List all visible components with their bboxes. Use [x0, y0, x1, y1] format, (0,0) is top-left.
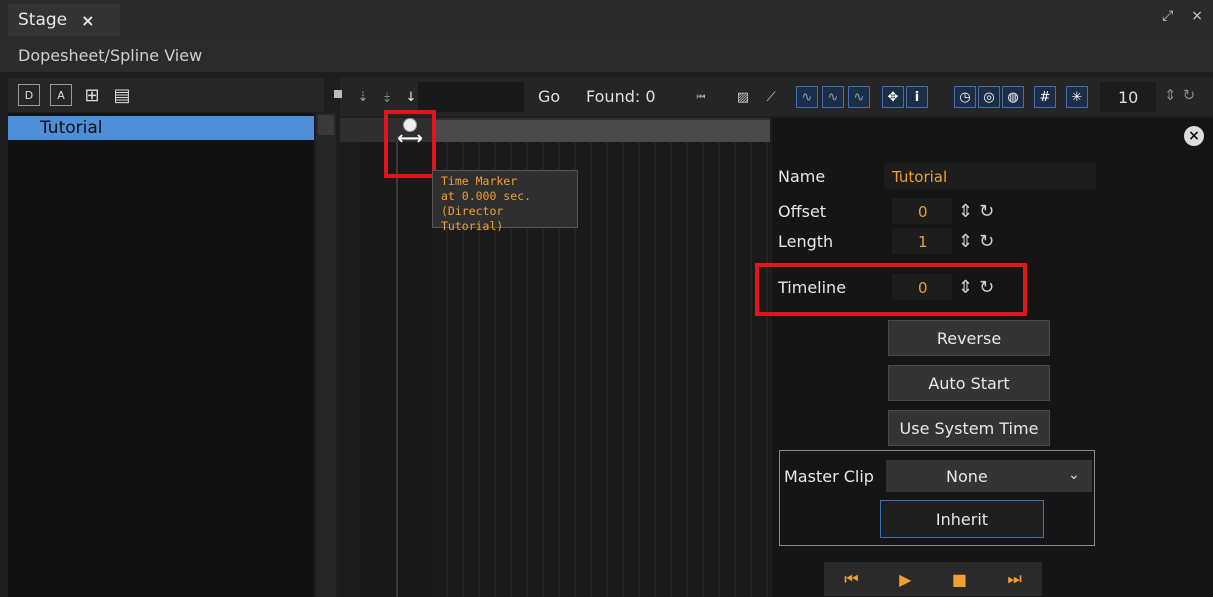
reverse-button[interactable]: Reverse: [888, 320, 1050, 356]
go-to-start-icon[interactable]: ⏮: [844, 569, 858, 589]
name-value[interactable]: Tutorial: [892, 168, 947, 186]
new-director-icon[interactable]: D: [18, 84, 40, 106]
spline-view3-icon[interactable]: ∿: [848, 86, 870, 108]
master-clip-select[interactable]: None: [886, 460, 1092, 492]
clock-icon[interactable]: ◷: [954, 86, 976, 108]
spin-arrows-icon[interactable]: ⇕: [958, 201, 973, 222]
spin-arrows-icon[interactable]: ⇕: [1164, 86, 1177, 108]
window-controls: ⤢ ×: [1162, 8, 1203, 24]
snap-icon[interactable]: ✳: [1066, 86, 1088, 108]
highlight-timeline: [755, 263, 1027, 316]
reset-icon[interactable]: ↻: [979, 201, 994, 222]
offset-value[interactable]: 0: [918, 203, 928, 221]
director-tree: Tutorial: [8, 113, 314, 597]
new-actor-icon[interactable]: A: [50, 84, 72, 106]
group-icon[interactable]: ◍: [1002, 86, 1024, 108]
offset-label: Offset: [778, 202, 827, 221]
time-marker-tooltip: Time Marker at 0.000 sec. (Director Tuto…: [432, 170, 578, 233]
inherit-button[interactable]: Inherit: [880, 500, 1044, 538]
view-title: Dopesheet/Spline View: [0, 38, 1213, 72]
close-panel-icon[interactable]: ×: [1184, 126, 1204, 146]
grid-icon[interactable]: #: [1034, 86, 1056, 108]
graph-icon[interactable]: ▨: [732, 86, 754, 108]
play-icon[interactable]: ▶: [899, 570, 911, 589]
master-clip-label: Master Clip: [784, 467, 874, 486]
close-icon[interactable]: ×: [1191, 8, 1203, 24]
length-value[interactable]: 1: [918, 233, 928, 251]
zoom-field[interactable]: 10: [1100, 82, 1156, 112]
spline-view2-icon[interactable]: ∿: [822, 86, 844, 108]
chevron-down-icon[interactable]: ⌄: [1068, 467, 1080, 483]
scroll-thumb[interactable]: [318, 115, 334, 135]
tooltip-line-1: Time Marker: [441, 174, 518, 188]
snapshot-icon[interactable]: ◎: [978, 86, 1000, 108]
add-keyframe-icon[interactable]: ⊞: [82, 85, 102, 106]
auto-start-button[interactable]: Auto Start: [888, 365, 1050, 401]
stop-icon[interactable]: ■: [952, 570, 967, 589]
offset-stepper[interactable]: ⇕ ↻: [958, 198, 1004, 224]
jump-icon[interactable]: ⏮: [690, 86, 712, 108]
length-stepper[interactable]: ⇕ ↻: [958, 228, 1004, 254]
curve-icon[interactable]: ⟋: [760, 86, 782, 108]
go-button[interactable]: Go: [538, 87, 560, 106]
splitter-handle[interactable]: [334, 90, 342, 98]
save-icon[interactable]: ▤: [112, 85, 132, 106]
name-label: Name: [778, 167, 826, 186]
search-input[interactable]: [418, 82, 524, 112]
length-label: Length: [778, 232, 834, 251]
highlight-time-marker: [384, 110, 436, 178]
transport-controls: ⏮ ▶ ■ ⏭: [824, 562, 1042, 596]
zoom-stepper[interactable]: ⇕ ↻: [1164, 86, 1208, 108]
found-count: Found: 0: [586, 87, 656, 106]
spline-view-icon[interactable]: ∿: [796, 86, 818, 108]
key-delete-icon[interactable]: ⤈: [376, 86, 398, 108]
go-to-end-icon[interactable]: ⏭: [1007, 569, 1021, 589]
use-system-time-button[interactable]: Use System Time: [888, 410, 1050, 446]
tree-item-tutorial[interactable]: Tutorial: [8, 116, 314, 140]
move-icon[interactable]: ✥: [882, 86, 904, 108]
info-icon[interactable]: i: [906, 86, 928, 108]
tab-stage[interactable]: Stage ×: [8, 4, 120, 36]
reset-icon[interactable]: ↻: [1183, 86, 1196, 108]
timeline-range-bar[interactable]: [432, 120, 770, 142]
tooltip-line-3: (Director Tutorial): [441, 204, 504, 233]
spin-arrows-icon[interactable]: ⇕: [958, 231, 973, 252]
reset-icon[interactable]: ↻: [979, 231, 994, 252]
key-left-icon[interactable]: ⇣: [352, 86, 374, 108]
tree-toolbar: D A ⊞ ▤: [8, 78, 324, 112]
tooltip-line-2: at 0.000 sec.: [441, 189, 532, 203]
track-gutter: [340, 142, 360, 597]
tab-close-icon[interactable]: ×: [81, 11, 94, 30]
tab-bar: [0, 0, 1213, 38]
maximize-icon[interactable]: ⤢: [1162, 8, 1173, 24]
time-marker-line: [396, 142, 398, 597]
tree-scrollbar[interactable]: [316, 113, 336, 597]
tab-stage-label: Stage: [18, 10, 68, 30]
